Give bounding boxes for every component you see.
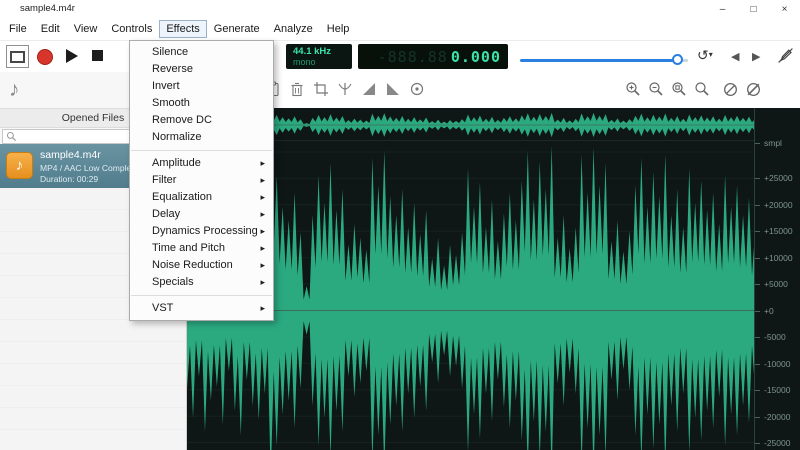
time-display-ghost: -888.88 [377, 47, 448, 66]
menu-file[interactable]: File [2, 20, 34, 38]
fade-out-icon[interactable] [385, 81, 401, 97]
zoom-in-icon[interactable] [625, 81, 641, 97]
ruler-tick-label: +0 [755, 305, 774, 316]
audio-file-icon: ♪ [6, 152, 33, 179]
submenu-arrow-icon: ▸ [260, 158, 265, 168]
effects-menu-item-normalize[interactable]: Normalize [130, 129, 273, 146]
menu-effects[interactable]: Effects [159, 20, 207, 38]
ruler-tick-label: +10000 [755, 252, 793, 263]
music-note-icon[interactable]: ♪ [9, 78, 20, 102]
app-window: sample4.m4r – □ × File Edit View Controls Ef… [0, 0, 800, 450]
amplify-icon[interactable] [409, 81, 425, 97]
file-duration: Duration: 00:29 [40, 174, 99, 184]
effects-menu-item-equalization[interactable]: Equalization ▸ [130, 189, 273, 206]
minimize-button[interactable]: – [707, 0, 738, 18]
file-format: MP4 / AAC Low Complex... [40, 163, 143, 173]
trash-icon[interactable] [289, 81, 305, 97]
channel-mode-value: mono [293, 57, 316, 67]
menu-analyze[interactable]: Analyze [267, 20, 320, 38]
effects-menu-item-reverse[interactable]: Reverse [130, 61, 273, 78]
effects-menu-item-silence[interactable]: Silence [130, 44, 273, 61]
slider-knob[interactable] [672, 54, 683, 65]
draw-edit-icon[interactable] [745, 81, 762, 98]
titlebar: sample4.m4r – □ × [0, 0, 800, 18]
effects-menu-item-dynamics-processing[interactable]: Dynamics Processing ▸ [130, 223, 273, 240]
ruler-tick-label: -10000 [754, 358, 791, 369]
effects-menu-item-smooth[interactable]: Smooth [130, 95, 273, 112]
edit-disabled-button[interactable] [777, 47, 794, 69]
ruler-tick-label: +20000 [755, 199, 793, 210]
effects-menu-item-vst[interactable]: VST ▸ [130, 300, 273, 317]
record-button[interactable] [37, 49, 53, 65]
effects-menu-item-remove-dc[interactable]: Remove DC [130, 112, 273, 129]
effects-menu-item-noise-reduction[interactable]: Noise Reduction ▸ [130, 257, 273, 274]
effects-menu-item-delay[interactable]: Delay ▸ [130, 206, 273, 223]
ruler-tick-label: -25000 [754, 438, 791, 448]
menu-separator [131, 295, 272, 296]
wave-toolbar [187, 72, 800, 108]
close-button[interactable]: × [769, 0, 800, 18]
ruler-unit-label: smpl [755, 138, 782, 148]
ruler-tick-label: -15000 [754, 385, 791, 395]
sample-rate-display: 44.1 kHz mono [286, 44, 352, 69]
ruler-tick-label: +25000 [755, 173, 793, 183]
ruler-tick-label: +15000 [755, 226, 793, 236]
slider-track[interactable] [520, 59, 688, 62]
ruler-tick-label: +5000 [755, 279, 788, 289]
submenu-arrow-icon: ▸ [260, 303, 265, 313]
submenu-arrow-icon: ▸ [260, 243, 265, 253]
submenu-arrow-icon: ▸ [260, 209, 265, 219]
zoom-selection-icon[interactable] [671, 81, 687, 97]
menu-view[interactable]: View [67, 20, 105, 38]
effects-menu-item-specials[interactable]: Specials ▸ [130, 274, 273, 291]
window-controls: – □ × [707, 0, 800, 18]
effects-menu: Silence Reverse Invert Smooth Remove DC Norma… [129, 40, 274, 321]
ruler-tick-label: -20000 [754, 411, 791, 422]
zoom-out-icon[interactable] [648, 81, 664, 97]
submenu-arrow-icon: ▸ [260, 226, 265, 236]
menubar: File Edit View Controls Effects Generate Analy… [0, 18, 800, 41]
smooth-edit-icon[interactable] [722, 81, 739, 98]
fade-in-icon[interactable] [361, 81, 377, 97]
submenu-arrow-icon: ▸ [260, 277, 265, 287]
volume-slider[interactable] [520, 54, 688, 66]
forward-button[interactable]: ▶ [752, 50, 760, 63]
effects-menu-item-invert[interactable]: Invert [130, 78, 273, 95]
history-button[interactable]: ↺▾ [697, 47, 713, 64]
amplitude-ruler: smpl +25000 +20000 +15000 +10000 +5000 +0 -5000… [754, 108, 800, 450]
time-display-value: 0.000 [450, 47, 501, 66]
time-display: -888.88 0.000 [358, 44, 508, 69]
zoom-all-icon[interactable] [694, 81, 710, 97]
search-icon [6, 131, 17, 142]
maximize-button[interactable]: □ [738, 0, 769, 18]
ruler-tick-label: -5000 [755, 332, 786, 342]
submenu-arrow-icon: ▸ [260, 175, 265, 185]
selection-tool-button[interactable] [6, 45, 29, 68]
history-icon: ↺ [697, 47, 709, 63]
effects-menu-item-time-and-pitch[interactable]: Time and Pitch ▸ [130, 240, 273, 257]
selection-tool-icon [10, 51, 25, 63]
stop-button[interactable] [92, 50, 103, 61]
pen-slash-icon [778, 48, 793, 63]
submenu-arrow-icon: ▸ [260, 260, 265, 270]
chevron-down-icon: ▾ [708, 50, 713, 59]
sample-rate-value: 44.1 kHz [293, 46, 332, 57]
window-title: sample4.m4r [20, 3, 75, 14]
effects-menu-item-filter[interactable]: Filter ▸ [130, 172, 273, 189]
transport-toolbar: 44.1 kHz mono -888.88 0.000 ↺▾ ◀ ▶ [0, 41, 800, 72]
file-name: sample4.m4r [40, 149, 101, 161]
play-button[interactable] [66, 49, 78, 63]
menu-generate[interactable]: Generate [207, 20, 267, 38]
menu-separator [131, 150, 272, 151]
crop-icon[interactable] [313, 81, 329, 97]
effects-menu-item-amplitude[interactable]: Amplitude ▸ [130, 155, 273, 172]
menu-controls[interactable]: Controls [104, 20, 159, 38]
fade-icon[interactable] [337, 81, 353, 97]
menu-edit[interactable]: Edit [34, 20, 67, 38]
back-button[interactable]: ◀ [731, 50, 739, 63]
submenu-arrow-icon: ▸ [260, 192, 265, 202]
menu-help[interactable]: Help [320, 20, 357, 38]
